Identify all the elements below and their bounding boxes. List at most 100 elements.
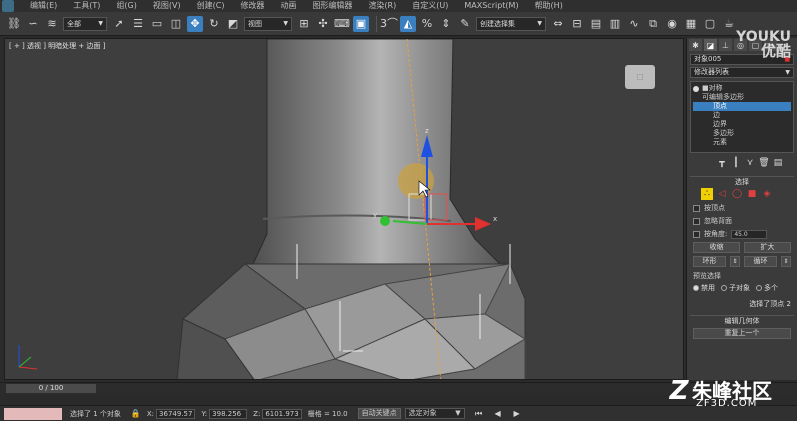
x-coordinate-field[interactable]: 36749.57 — [156, 408, 196, 419]
edit-named-sets-icon[interactable]: ✎ — [457, 16, 473, 32]
menu-customize[interactable]: 自定义(U) — [404, 0, 456, 12]
menu-maxscript[interactable]: MAXScript(M) — [456, 0, 526, 12]
select-by-name-icon[interactable]: ☰ — [130, 16, 146, 32]
selection-rollout-title[interactable]: 选择 — [690, 176, 794, 186]
material-editor-icon[interactable]: ◉ — [664, 16, 680, 32]
graphite-ribbon-icon[interactable]: ▥ — [607, 16, 623, 32]
play-icon[interactable]: ▶ — [509, 406, 525, 421]
by-vertex-checkbox[interactable]: 按顶点 — [693, 203, 791, 213]
ring-button[interactable]: 环形 — [693, 256, 726, 267]
element-mode-icon[interactable]: ◈ — [761, 188, 773, 200]
preview-subobject-radio[interactable]: 子对象 — [721, 283, 750, 293]
ignore-backfacing-checkbox[interactable]: 忽略背面 — [693, 216, 791, 226]
track-bar[interactable] — [6, 396, 686, 405]
menu-edit[interactable]: 编辑(E) — [22, 0, 65, 12]
maxscript-listener[interactable] — [4, 407, 62, 420]
ref-coord-dropdown[interactable]: 视图 ▼ — [244, 16, 292, 31]
edge-mode-icon[interactable]: ◁ — [716, 188, 728, 200]
stack-item-symmetry[interactable]: ■ 对称 — [693, 84, 791, 93]
render-production-icon[interactable]: ☕ — [721, 16, 737, 32]
hierarchy-tab-icon[interactable]: ⊥ — [719, 39, 732, 51]
create-tab-icon[interactable]: ✱ — [689, 39, 702, 51]
stack-item-edge[interactable]: 边 — [693, 111, 791, 120]
show-end-result-icon[interactable]: ┃ — [731, 158, 741, 168]
pivot-center-icon[interactable]: ⊞ — [296, 16, 312, 32]
z-coordinate-field[interactable]: 6101.973 — [262, 408, 302, 419]
viewcube-icon[interactable]: ⬚ — [625, 65, 655, 89]
unlink-icon[interactable]: ∽ — [25, 16, 41, 32]
time-slider[interactable]: 0 / 100 — [6, 384, 96, 393]
y-coordinate-field[interactable]: 398.256 — [209, 408, 248, 419]
by-angle-checkbox[interactable]: 按角度: 45.0 — [693, 229, 791, 239]
select-rotate-icon[interactable]: ↻ — [206, 16, 222, 32]
angle-snap-icon[interactable]: ◭ — [400, 15, 416, 32]
curve-editor-icon[interactable]: ∿ — [626, 16, 642, 32]
select-manipulate-icon[interactable]: ▣ — [353, 15, 369, 32]
menu-help[interactable]: 帮助(H) — [527, 0, 571, 12]
edit-geometry-rollout-title[interactable]: 编辑几何体 — [690, 315, 794, 325]
perspective-viewport[interactable]: [ + ] 透视 ] 明暗处理 + 边面 ] ⬚ z x y — [4, 38, 684, 380]
schematic-view-icon[interactable]: ⧉ — [645, 16, 661, 32]
stack-item-element[interactable]: 元素 — [693, 138, 791, 147]
snap-toggle-icon[interactable]: 3 ⌒ — [380, 16, 398, 32]
stack-item-editable-poly[interactable]: 可编辑多边形 — [693, 93, 791, 102]
pin-stack-icon[interactable]: ┳ — [717, 158, 727, 168]
stack-item-polygon[interactable]: 多边形 — [693, 129, 791, 138]
lock-selection-icon[interactable]: 🔒 — [131, 409, 141, 418]
angle-spinner[interactable]: 45.0 — [731, 229, 768, 239]
spinner-snap-icon[interactable]: ⇕ — [438, 16, 454, 32]
rendered-frame-icon[interactable]: ▢ — [702, 16, 718, 32]
align-icon[interactable]: ⊟ — [569, 16, 585, 32]
grow-button[interactable]: 扩大 — [744, 242, 791, 253]
app-logo-icon[interactable] — [2, 0, 14, 12]
auto-key-button[interactable]: 自动关键点 — [357, 408, 401, 419]
named-selection-dropdown[interactable]: 创建选择集 ▼ — [476, 16, 546, 31]
preview-selection-label: 预览选择 — [693, 272, 721, 280]
menu-views[interactable]: 视图(V) — [145, 0, 189, 12]
percent-snap-icon[interactable]: % — [419, 16, 435, 32]
menu-tools[interactable]: 工具(T) — [65, 0, 108, 12]
stack-item-border[interactable]: 边界 — [693, 120, 791, 129]
select-object-icon[interactable]: ➚ — [111, 16, 127, 32]
selection-filter-dropdown[interactable]: 全部 ▼ — [63, 16, 107, 31]
stack-item-vertex[interactable]: 顶点 — [693, 102, 791, 111]
loop-spinner[interactable]: ⇕ — [781, 256, 791, 267]
repeat-last-button[interactable]: 重复上一个 — [693, 328, 791, 339]
go-to-start-icon[interactable]: ⏮ — [471, 406, 487, 421]
viewport-label[interactable]: [ + ] 透视 ] 明暗处理 + 边面 ] — [9, 41, 105, 51]
menu-modifiers[interactable]: 修改器 — [232, 0, 272, 12]
select-move-icon[interactable]: ✥ — [187, 15, 203, 32]
gizmo-x-label: x — [493, 215, 497, 223]
menu-create[interactable]: 创建(C) — [189, 0, 233, 12]
manipulate-icon[interactable]: ✣ — [315, 16, 331, 32]
loop-button[interactable]: 循环 — [744, 256, 777, 267]
mirror-icon[interactable]: ⇔ — [550, 16, 566, 32]
layer-manager-icon[interactable]: ▤ — [588, 16, 604, 32]
prev-frame-icon[interactable]: ◀ — [490, 406, 506, 421]
menu-graph-editors[interactable]: 图形编辑器 — [304, 0, 360, 12]
rect-selection-icon[interactable]: ▭ — [149, 16, 165, 32]
menu-animation[interactable]: 动画 — [272, 0, 304, 12]
ring-spinner[interactable]: ⇕ — [730, 256, 740, 267]
bind-space-warp-icon[interactable]: ≋ — [44, 16, 60, 32]
link-icon[interactable]: ⛓ — [6, 16, 22, 32]
key-filter-dropdown[interactable]: 选定对象 ▼ — [404, 408, 465, 419]
preview-multi-radio[interactable]: 多个 — [756, 283, 778, 293]
menu-group[interactable]: 组(G) — [108, 0, 144, 12]
configure-sets-icon[interactable]: ▤ — [773, 158, 783, 168]
preview-disable-radio[interactable]: 禁用 — [693, 283, 715, 293]
select-scale-icon[interactable]: ◩ — [225, 16, 241, 32]
eye-icon[interactable] — [693, 85, 699, 92]
remove-modifier-icon[interactable]: 🗑 — [758, 158, 769, 168]
border-mode-icon[interactable]: ◯ — [731, 188, 743, 200]
polygon-mode-icon[interactable]: ■ — [746, 188, 758, 200]
make-unique-icon[interactable]: ⋎ — [745, 158, 755, 168]
menu-rendering[interactable]: 渲染(R) — [360, 0, 404, 12]
shrink-button[interactable]: 收缩 — [693, 242, 740, 253]
modifier-list-dropdown[interactable]: 修改器列表 ▼ — [690, 67, 794, 78]
render-setup-icon[interactable]: ▦ — [683, 16, 699, 32]
vertex-mode-icon[interactable]: ∴ — [701, 188, 713, 200]
keyboard-shortcut-icon[interactable]: ⌨ — [334, 16, 350, 32]
window-crossing-icon[interactable]: ◫ — [168, 16, 184, 32]
modify-tab-icon[interactable]: ◪ — [704, 39, 717, 51]
